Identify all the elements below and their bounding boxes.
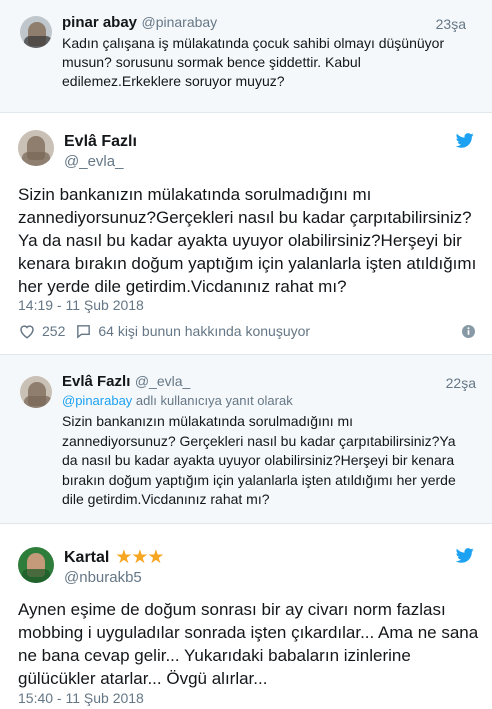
relative-time[interactable]: 22şa	[446, 375, 476, 391]
tweet-text: Sizin bankanızın mülakatında sorulmadığı…	[62, 413, 456, 507]
handle[interactable]: @_evla_	[64, 153, 123, 170]
avatar-shadow	[22, 569, 50, 583]
twitter-bird-icon[interactable]	[456, 133, 474, 148]
timestamp[interactable]: 14:19 - 11 Şub 2018	[18, 297, 144, 313]
name-row: Kartal ★★★	[64, 546, 164, 569]
tweet-card-kartal[interactable]: Kartal ★★★ @nburakb5 Aynen eşime de doğu…	[0, 524, 492, 709]
tweet-card-pinar[interactable]: pinar abay @pinarabay 23şa Kadın çalışan…	[0, 0, 492, 112]
conversation-link[interactable]: 64 kişi bunun hakkında konuşuyor	[98, 323, 310, 339]
reply-to-suffix: adlı kullanıcıya yanıt olarak	[132, 393, 293, 408]
like-count[interactable]: 252	[42, 323, 65, 339]
handle[interactable]: @_evla_	[135, 373, 190, 389]
avatar-shadow	[24, 396, 52, 408]
avatar[interactable]	[18, 547, 54, 583]
avatar[interactable]	[20, 376, 52, 408]
heart-icon[interactable]	[18, 322, 36, 340]
handle[interactable]: @pinarabay	[141, 14, 217, 30]
timestamp[interactable]: 15:40 - 11 Şub 2018	[18, 690, 144, 706]
tweet-card-evla-reply[interactable]: Evlâ Fazlı @_evla_ 22şa @pinarabay adlı …	[0, 355, 492, 523]
info-icon[interactable]	[462, 325, 475, 338]
relative-time[interactable]: 23şa	[436, 16, 466, 32]
display-name[interactable]: Kartal	[64, 549, 109, 567]
display-name[interactable]: Evlâ Fazlı	[62, 373, 130, 390]
engagement-bar: 252 64 kişi bunun hakkında konuşuyor	[18, 321, 310, 341]
tweet-text: Kadın çalışana iş mülakatında çocuk sahi…	[62, 35, 445, 89]
handle[interactable]: @nburakb5	[64, 569, 142, 586]
tweet-header: Evlâ Fazlı @_evla_	[62, 373, 190, 391]
reply-context: @pinarabay adlı kullanıcıya yanıt olarak	[62, 393, 293, 408]
avatar[interactable]	[20, 16, 52, 48]
tweet-text: Aynen eşime de doğum sonrası bir ay civa…	[18, 600, 479, 688]
speech-bubble-icon[interactable]	[75, 323, 92, 340]
tweet-card-evla-main[interactable]: Evlâ Fazlı @_evla_ Sizin bankanızın müla…	[0, 113, 492, 354]
tweet-text: Sizin bankanızın mülakatında sorulmadığı…	[18, 185, 477, 296]
tweet-header: pinar abay @pinarabay	[62, 14, 217, 32]
avatar-shadow	[22, 152, 50, 166]
avatar-shadow	[24, 36, 52, 48]
display-name[interactable]: Evlâ Fazlı	[64, 133, 137, 151]
twitter-bird-icon[interactable]	[456, 548, 474, 563]
star-emoji-icon: ★★★	[115, 547, 164, 568]
avatar[interactable]	[18, 130, 54, 166]
display-name[interactable]: pinar abay	[62, 14, 137, 31]
reply-to-link[interactable]: @pinarabay	[62, 393, 132, 408]
